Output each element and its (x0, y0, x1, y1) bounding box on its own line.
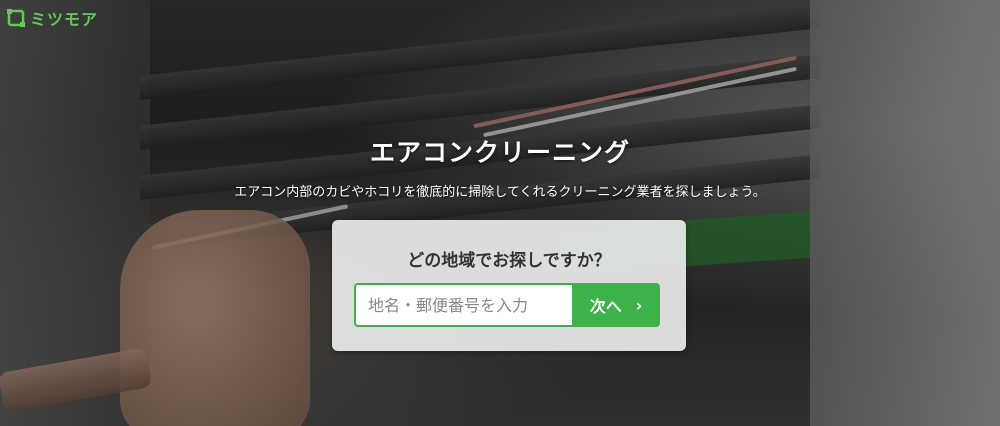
next-button[interactable]: 次へ › (572, 283, 660, 327)
location-search-input[interactable] (354, 283, 572, 327)
photo-overlay (0, 0, 1000, 426)
page-title: エアコンクリーニング (369, 138, 630, 167)
search-panel: どの地域でお探しですか？ 次へ › (332, 220, 686, 351)
search-question: どの地域でお探しですか？ (407, 251, 611, 271)
page-subtitle: エアコン内部のカビやホコリを徹底的に掃除してくれるクリーニング業者を探しましょう… (234, 185, 766, 200)
next-button-label: 次へ (589, 297, 622, 316)
search-form: 次へ › (354, 283, 660, 327)
chevron-right-icon: › (635, 295, 643, 315)
logo-icon (7, 9, 25, 27)
brand-logo[interactable]: ミツモア (6, 6, 98, 30)
brand-name: ミツモア (30, 10, 99, 29)
hero-background (0, 0, 1000, 426)
